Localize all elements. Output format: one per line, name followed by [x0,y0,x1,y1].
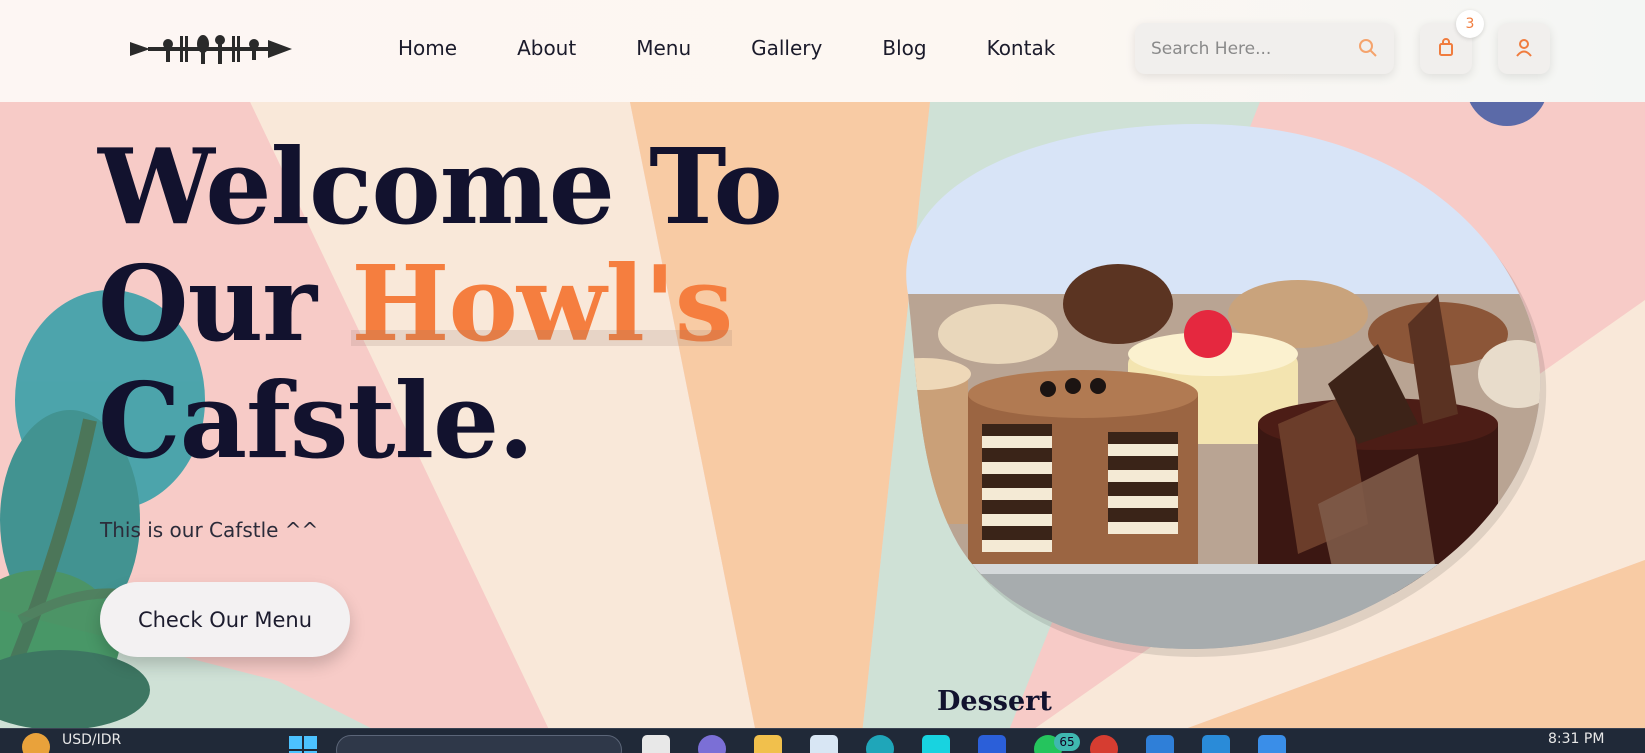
start-icon[interactable] [288,735,318,753]
main-nav: Home About Menu Gallery Blog Kontak [398,36,1115,60]
nav-kontak[interactable]: Kontak [987,36,1056,60]
user-icon [1516,39,1532,57]
search-icon[interactable] [1358,38,1378,58]
folder-icon[interactable] [754,735,782,753]
chat-icon[interactable] [698,735,726,753]
search-input[interactable] [1151,36,1351,62]
taskbar-search[interactable] [336,735,622,753]
search-box [1135,23,1394,74]
cart-count-badge: 3 [1456,10,1484,38]
hero-accent-word: Howl's [351,242,733,365]
taskbar-clock[interactable]: 8:31 PM [1548,731,1604,747]
hero-line-1: Welcome To [98,125,783,248]
os-taskbar: USD/IDR 65 8:31 PM [0,728,1645,753]
vscode-icon[interactable] [1202,735,1230,753]
ticker-label[interactable]: USD/IDR [62,732,121,748]
dessert-caption: Dessert [937,686,1052,717]
hero-line-2-prefix: Our [98,242,352,365]
site-header: Home About Menu Gallery Blog Kontak 3 [0,0,1645,102]
shopping-bag-icon [1439,38,1453,56]
nav-blog[interactable]: Blog [882,36,926,60]
chrome-icon[interactable] [1090,735,1118,753]
store-icon[interactable] [810,735,838,753]
nav-about[interactable]: About [517,36,576,60]
hero-title: Welcome To Our Howl's Cafstle. [98,125,783,482]
user-button[interactable] [1498,23,1550,74]
mail-icon[interactable] [1146,735,1174,753]
notification-count-badge: 65 [1054,733,1080,751]
photos-icon[interactable] [1258,735,1286,753]
hero-line-3: Cafstle. [98,359,534,482]
terminal-icon[interactable] [922,735,950,753]
nav-menu[interactable]: Menu [636,36,691,60]
files-icon[interactable] [642,735,670,753]
site-logo[interactable] [128,28,294,70]
taskbar-apps [642,735,1286,753]
nav-gallery[interactable]: Gallery [751,36,822,60]
weather-icon[interactable] [22,733,50,753]
check-menu-button[interactable]: Check Our Menu [100,582,350,657]
edge-icon[interactable] [866,735,894,753]
word-icon[interactable] [978,735,1006,753]
hero-tagline: This is our Cafstle ^^ [100,518,319,542]
dessert-cakes-image [906,124,1547,657]
nav-home[interactable]: Home [398,36,457,60]
